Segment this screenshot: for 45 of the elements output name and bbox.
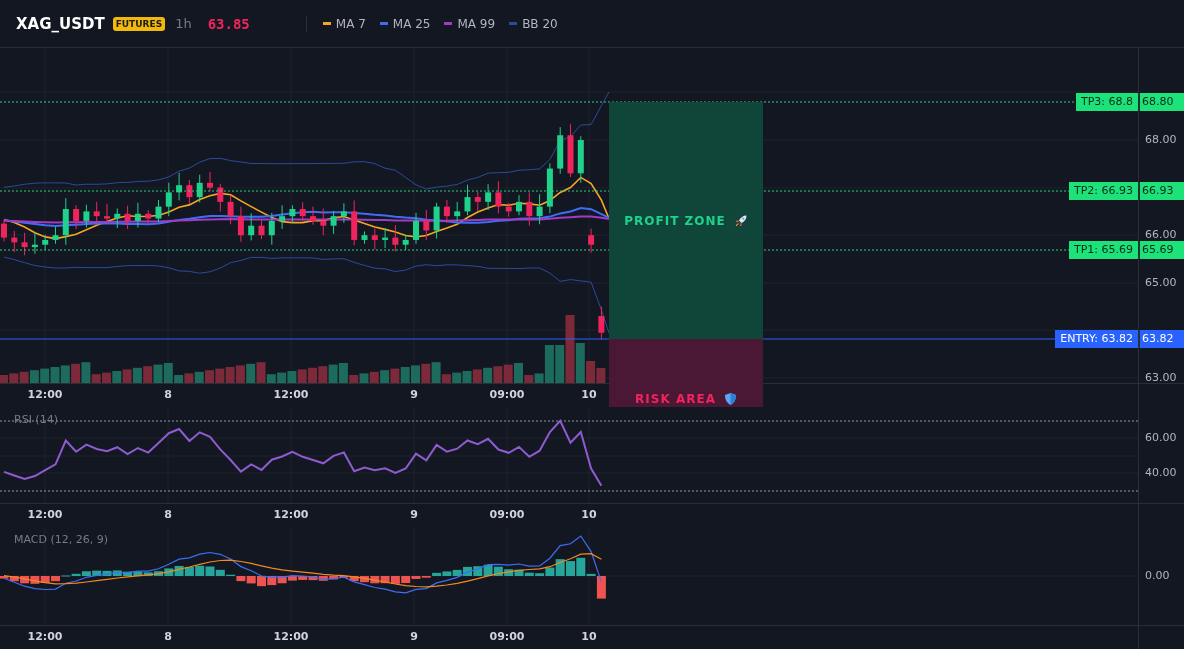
level-label: TP1: 65.69 (1068, 241, 1138, 259)
time-label: 10 (581, 388, 597, 401)
indicator-title: MACD (12, 26, 9) (14, 533, 109, 546)
last-price: 63.85 (207, 15, 250, 32)
level-label: TP2: 66.93 (1068, 182, 1138, 200)
interval-label[interactable]: 1h (175, 16, 192, 31)
time-label: 8 (164, 508, 172, 521)
time-label: 10 (581, 630, 597, 643)
price-tick: 65.00 (1145, 275, 1177, 291)
zone-label: PROFIT ZONE (624, 214, 726, 228)
rsi-tick: 40.00 (1145, 465, 1177, 481)
time-label: 12:00 (27, 388, 63, 401)
market-badge: FUTURES (112, 16, 166, 31)
time-label: 12:00 (27, 630, 63, 643)
zone-label: RISK AREA (635, 392, 716, 406)
time-label: 12:00 (27, 508, 63, 521)
legend-label: MA 99 (457, 16, 496, 31)
time-label: 12:00 (273, 630, 309, 643)
time-label: 12:00 (273, 508, 309, 521)
price-tick: 68.00 (1145, 132, 1177, 148)
time-label: 09:00 (489, 508, 525, 521)
time-label: 09:00 (489, 388, 525, 401)
level-label: TP3: 68.8 (1075, 93, 1138, 111)
macd-tick: 0.00 (1145, 568, 1170, 584)
legend-label: MA 25 (392, 16, 431, 31)
price-tick: 63.00 (1145, 370, 1177, 386)
level-price-tag: 65.69 (1139, 241, 1184, 259)
level-price-tag: 68.80 (1139, 93, 1184, 111)
price-tick: 66.00 (1145, 227, 1177, 243)
time-label: 9 (410, 388, 418, 401)
rsi-tick: 60.00 (1145, 430, 1177, 446)
legend-label: MA 7 (335, 16, 366, 31)
time-label: 9 (410, 630, 418, 643)
time-label: 8 (164, 630, 172, 643)
level-price-tag: 63.82 (1139, 330, 1184, 348)
symbol-name: XAG_USDT (16, 14, 105, 33)
level-label: ENTRY: 63.82 (1055, 330, 1138, 348)
time-label: 10 (581, 508, 597, 521)
time-label: 09:00 (489, 630, 525, 643)
time-label: 12:00 (273, 388, 309, 401)
indicator-title: RSI (14) (14, 413, 58, 426)
legend-label: BB 20 (522, 16, 558, 31)
level-price-tag: 66.93 (1139, 182, 1184, 200)
time-label: 8 (164, 388, 172, 401)
time-label: 9 (410, 508, 418, 521)
